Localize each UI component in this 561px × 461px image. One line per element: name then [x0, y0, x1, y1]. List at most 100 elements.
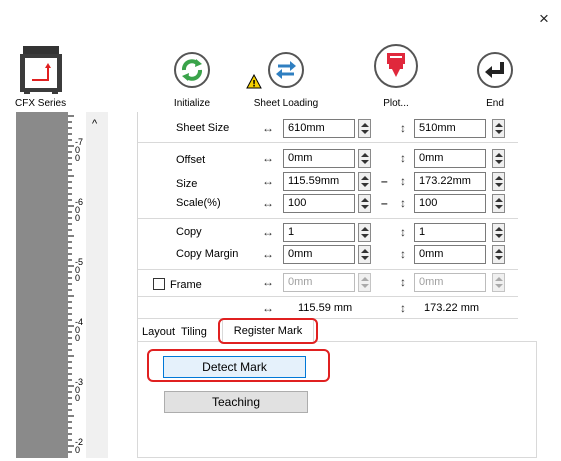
end-button[interactable]: End: [470, 46, 520, 112]
vertical-arrow-icon: ↕: [400, 174, 406, 188]
aspect-lock-dash: –: [381, 174, 388, 188]
scale-y-field[interactable]: 100: [414, 194, 486, 213]
frame-y-field[interactable]: 0mm: [414, 273, 486, 292]
frame-label: Frame: [170, 279, 202, 291]
initialize-button[interactable]: Initialize: [162, 46, 222, 112]
plot-label: Plot...: [383, 98, 409, 109]
size-width-spinner[interactable]: [358, 172, 371, 191]
scale-x-spinner[interactable]: [358, 194, 371, 213]
horizontal-arrow-icon: ↔: [262, 247, 274, 261]
vertical-arrow-icon: ↕: [400, 225, 406, 239]
size-label: Size: [176, 178, 198, 190]
vertical-arrow-icon: ↕: [400, 247, 406, 261]
horizontal-arrow-icon: ↔: [262, 225, 274, 239]
warning-icon: !: [246, 73, 262, 90]
sheet-size-row: Sheet Size ↔ 610mm ↕ 510mm: [138, 119, 518, 141]
divider: [138, 142, 518, 143]
horizontal-arrow-icon: ↔: [262, 151, 274, 165]
offset-row: Offset ↔ 0mm ↕ 0mm: [138, 149, 518, 171]
ruler-scrollbar[interactable]: ^: [86, 112, 108, 458]
size-height-spinner[interactable]: [492, 172, 505, 191]
vertical-arrow-icon: ↕: [400, 151, 406, 165]
vertical-ruler: -7 0 0 -6 0 0 -5 0 0 -4 0 0 -3 0 0 -2 0: [68, 112, 86, 458]
aspect-lock-dash: –: [381, 196, 388, 210]
ruler-label: -6 0 0: [75, 197, 84, 223]
logo-label: CFX Series: [15, 98, 67, 109]
sheet-width-spinner[interactable]: [358, 119, 371, 138]
size-row: Size ↔ 115.59mm – ↕ 173.22mm: [138, 172, 518, 194]
frame-checkbox[interactable]: [153, 278, 165, 290]
scale-row: Scale(%) ↔ 100 – ↕ 100: [138, 194, 518, 216]
tab-layout[interactable]: Layout: [142, 321, 175, 343]
copy-margin-y-spinner[interactable]: [492, 245, 505, 264]
highlight-detect-mark: [147, 349, 330, 382]
horizontal-arrow-icon: ↔: [262, 301, 274, 315]
horizontal-arrow-icon: ↔: [262, 275, 274, 289]
initialize-label: Initialize: [173, 98, 211, 109]
ruler-label: -3 0 0: [75, 377, 84, 403]
divider: [138, 296, 518, 297]
copy-x-field[interactable]: 1: [283, 223, 355, 242]
refresh-icon: [174, 52, 210, 88]
sheet-loading-button[interactable]: ! Sheet Loading: [246, 46, 326, 112]
sheet-size-label: Sheet Size: [176, 122, 230, 134]
ruler-label: -7 0 0: [75, 137, 84, 163]
size-width-field[interactable]: 115.59mm: [283, 172, 355, 191]
frame-x-spinner[interactable]: [358, 273, 371, 292]
scale-x-field[interactable]: 100: [283, 194, 355, 213]
cfx-series-logo-icon: [20, 44, 62, 96]
vertical-arrow-icon: ↕: [400, 121, 406, 135]
frame-row: Frame ↔ 0mm ↕ 0mm: [138, 273, 518, 295]
copy-y-field[interactable]: 1: [414, 223, 486, 242]
preview-area: [16, 112, 68, 458]
copy-margin-x-spinner[interactable]: [358, 245, 371, 264]
copy-x-spinner[interactable]: [358, 223, 371, 242]
plotter-cutter-icon: [374, 44, 418, 88]
frame-x-field[interactable]: 0mm: [283, 273, 355, 292]
ruler-label: -5 0 0: [75, 257, 84, 283]
vertical-arrow-icon: ↕: [400, 196, 406, 210]
horizontal-arrow-icon: ↔: [262, 121, 274, 135]
offset-label: Offset: [176, 154, 206, 166]
vertical-arrow-icon: ↕: [400, 275, 406, 289]
scale-y-spinner[interactable]: [492, 194, 505, 213]
sheet-height-spinner[interactable]: [492, 119, 505, 138]
horizontal-arrow-icon: ↔: [262, 174, 274, 188]
plot-button[interactable]: Plot...: [366, 42, 426, 112]
copy-margin-row: Copy Margin ↔ 0mm ↕ 0mm: [138, 245, 518, 267]
sheet-loading-label: Sheet Loading: [253, 98, 319, 109]
copy-margin-x-field[interactable]: 0mm: [283, 245, 355, 264]
offset-x-spinner[interactable]: [358, 149, 371, 168]
swap-arrows-icon: [268, 52, 304, 88]
total-width-value: 115.59 mm: [298, 302, 353, 314]
return-arrow-icon: [477, 52, 513, 88]
total-height-value: 173.22 mm: [424, 302, 480, 314]
divider: [138, 269, 518, 270]
ruler-label: -4 0 0: [75, 317, 84, 343]
svg-text:!: !: [252, 80, 256, 90]
copy-label: Copy: [176, 226, 202, 238]
copy-margin-label: Copy Margin: [176, 248, 239, 260]
scale-label: Scale(%): [176, 197, 221, 209]
offset-y-spinner[interactable]: [492, 149, 505, 168]
copy-margin-y-field[interactable]: 0mm: [414, 245, 486, 264]
close-button[interactable]: ×: [532, 8, 556, 30]
offset-y-field[interactable]: 0mm: [414, 149, 486, 168]
ruler-label: -2 0: [75, 437, 84, 455]
divider: [138, 218, 518, 219]
offset-x-field[interactable]: 0mm: [283, 149, 355, 168]
size-height-field[interactable]: 173.22mm: [414, 172, 486, 191]
sheet-height-field[interactable]: 510mm: [414, 119, 486, 138]
tab-tiling[interactable]: Tiling: [181, 321, 219, 343]
copy-row: Copy ↔ 1 ↕ 1: [138, 223, 518, 245]
end-label: End: [486, 98, 504, 109]
sheet-width-field[interactable]: 610mm: [283, 119, 355, 138]
divider: [138, 318, 518, 319]
teaching-button[interactable]: Teaching: [164, 391, 308, 413]
vertical-arrow-icon: ↕: [400, 301, 406, 315]
horizontal-arrow-icon: ↔: [262, 196, 274, 210]
frame-y-spinner[interactable]: [492, 273, 505, 292]
highlight-register-mark-tab: [218, 318, 318, 344]
scroll-up-button[interactable]: ^: [92, 118, 97, 130]
copy-y-spinner[interactable]: [492, 223, 505, 242]
